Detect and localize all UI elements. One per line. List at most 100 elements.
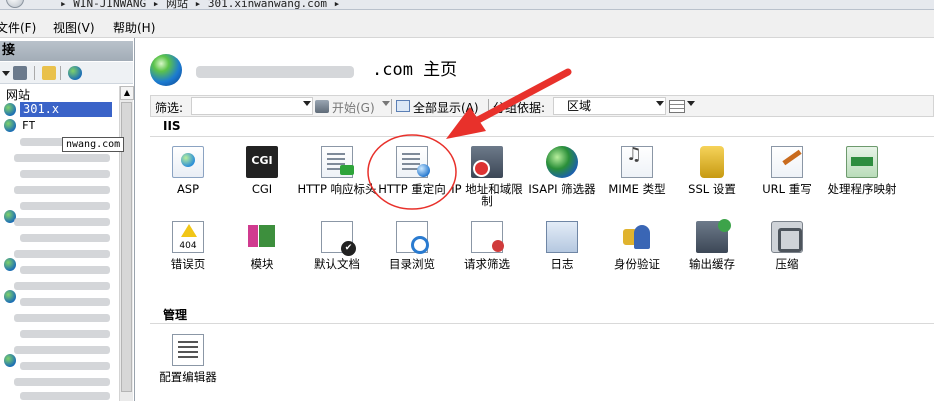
main-pane: .com 主页 筛选: 开始(G) 全部显示(A) 分组依据: 区域 IIS A… (136, 38, 934, 401)
blurred-item (20, 362, 110, 370)
mime-types-icon (621, 146, 653, 178)
error-pages-icon: 404 (172, 221, 204, 253)
feature-output-caching[interactable]: 输出缓存 (672, 219, 752, 271)
binoculars-icon[interactable] (315, 100, 329, 113)
feature-label: MIME 类型 (608, 182, 666, 196)
tree-scrollbar[interactable]: ▲ (119, 86, 134, 401)
feature-ip-restrictions[interactable]: IP 地址和域限制 (447, 146, 527, 207)
feature-label: ASP (176, 182, 200, 196)
modules-icon (246, 221, 278, 253)
feature-error-pages[interactable]: 404 错误页 (148, 221, 228, 270)
feature-label: 处理程序映射 (827, 182, 897, 196)
tree-tooltip: nwang.com (62, 137, 125, 152)
blurred-item (14, 314, 110, 322)
menu-file[interactable]: 文件(F) (0, 19, 36, 36)
feature-modules[interactable]: 模块 (222, 221, 302, 270)
feature-label: 输出缓存 (689, 257, 735, 271)
up-folder-icon[interactable] (42, 66, 56, 80)
feature-label: 身份验证 (614, 257, 660, 271)
disconnect-icon[interactable] (68, 66, 82, 80)
blurred-item (14, 378, 110, 386)
feature-http-redirect[interactable]: HTTP 重定向 (372, 146, 452, 195)
feature-directory-browsing[interactable]: 目录浏览 (372, 221, 452, 270)
ip-restrictions-icon (471, 146, 503, 178)
feature-configuration-editor[interactable]: 配置编辑器 (148, 334, 228, 383)
authentication-icon (621, 221, 653, 253)
configuration-editor-icon (172, 334, 204, 366)
feature-label: ISAPI 筛选器 (528, 182, 596, 196)
blurred-item (14, 154, 110, 162)
feature-label: SSL 设置 (688, 182, 736, 196)
connections-pane: 接 网站 301.x FT ▲ nwang.com (0, 38, 135, 401)
show-all-icon[interactable] (396, 100, 410, 112)
blurred-item (14, 218, 110, 226)
section-title: IIS (163, 119, 181, 133)
view-icon[interactable] (669, 100, 685, 113)
tree-node-ftp-site[interactable]: FT (22, 119, 35, 132)
feature-isapi-filters[interactable]: ISAPI 筛选器 (522, 146, 602, 195)
feature-label: 错误页 (170, 257, 206, 271)
toolbar-separator (488, 99, 489, 114)
blurred-item (14, 282, 110, 290)
sites-node-label[interactable]: 网站 (6, 86, 30, 103)
feature-cgi[interactable]: CGI CGI (222, 146, 302, 195)
breadcrumb[interactable]: ▸ WIN-JINWANG ▸ 网站 ▸ 301.xinwanwang.com … (60, 0, 340, 9)
logging-icon (546, 221, 578, 253)
chevron-down-icon[interactable] (656, 101, 664, 106)
section-iis[interactable]: IIS (150, 117, 934, 137)
asp-icon (172, 146, 204, 178)
globe-icon (4, 258, 16, 271)
show-all-button[interactable]: 全部显示(A) (413, 99, 479, 116)
feature-label: URL 重写 (762, 182, 812, 196)
chevron-down-icon[interactable] (687, 101, 695, 106)
chevron-down-icon[interactable] (303, 101, 311, 106)
feature-http-response-headers[interactable]: HTTP 响应标头 (297, 146, 377, 195)
feature-default-document[interactable]: 默认文档 (297, 221, 377, 270)
feature-label: 目录浏览 (389, 257, 435, 271)
http-headers-icon (321, 146, 354, 178)
save-icon[interactable] (13, 66, 27, 80)
feature-logging[interactable]: 日志 (522, 221, 602, 270)
dropdown-icon[interactable] (2, 71, 10, 76)
back-button[interactable] (6, 0, 24, 8)
blurred-item (14, 250, 110, 258)
chevron-down-icon[interactable] (382, 101, 390, 106)
default-document-icon (321, 221, 356, 256)
output-caching-icon (696, 219, 731, 253)
page-title: .com 主页 (372, 60, 458, 80)
feature-request-filtering[interactable]: 请求筛选 (447, 221, 527, 270)
feature-label: HTTP 响应标头 (297, 182, 377, 196)
feature-authentication[interactable]: 身份验证 (597, 221, 677, 270)
connections-title: 接 (0, 41, 133, 61)
filter-bar: 筛选: 开始(G) 全部显示(A) 分组依据: 区域 (150, 95, 934, 117)
feature-url-rewrite[interactable]: URL 重写 (747, 146, 827, 195)
globe-icon (4, 103, 16, 116)
http-redirect-icon (396, 146, 430, 178)
feature-ssl-settings[interactable]: SSL 设置 (672, 146, 752, 195)
feature-label: 模块 (250, 257, 274, 271)
feature-mime-types[interactable]: MIME 类型 (597, 146, 677, 195)
go-button[interactable]: 开始(G) (332, 99, 375, 116)
url-rewrite-icon (771, 146, 803, 178)
filter-input[interactable] (191, 97, 313, 115)
connections-toolbar (0, 62, 133, 84)
request-filtering-icon (471, 221, 504, 253)
group-by-select[interactable]: 区域 (553, 97, 666, 115)
blurred-item (14, 346, 110, 354)
tree-node-selected-site[interactable]: 301.x (20, 102, 112, 117)
scroll-up-arrow-icon[interactable]: ▲ (120, 86, 134, 100)
blurred-item (20, 266, 110, 274)
globe-icon (150, 54, 182, 86)
filter-label: 筛选: (155, 101, 184, 115)
feature-label: IP 地址和域限制 (451, 182, 523, 208)
feature-asp[interactable]: ASP (148, 146, 228, 195)
blurred-item (20, 234, 110, 242)
section-management[interactable]: 管理 (150, 304, 934, 324)
connections-tree: 网站 301.x FT (0, 86, 119, 401)
menu-help[interactable]: 帮助(H) (113, 19, 155, 36)
menu-view[interactable]: 视图(V) (53, 19, 95, 36)
feature-label: CGI (251, 182, 273, 196)
feature-compression[interactable]: 压缩 (747, 221, 827, 270)
feature-handler-mappings[interactable]: 处理程序映射 (822, 146, 902, 195)
isapi-filters-icon (546, 146, 578, 178)
